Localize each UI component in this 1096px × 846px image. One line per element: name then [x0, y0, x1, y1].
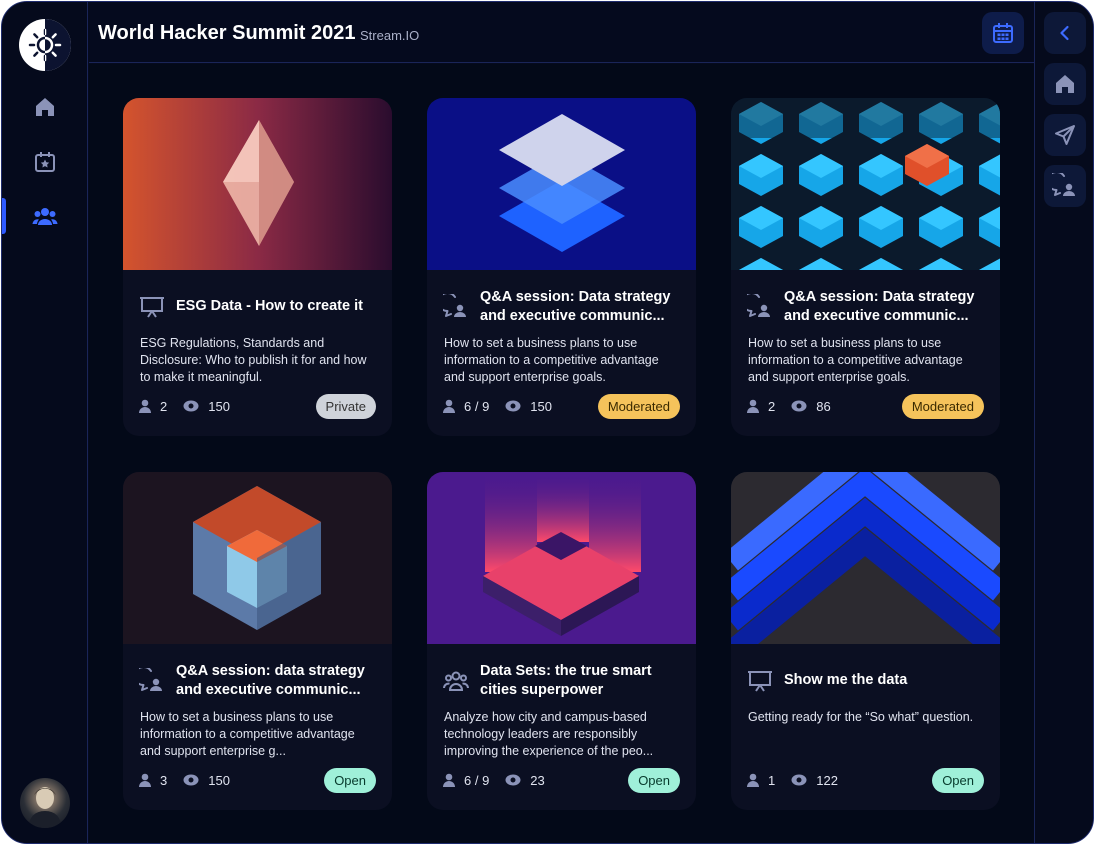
card-stats: 6 / 9 150	[443, 398, 568, 414]
card-image	[427, 98, 696, 270]
right-home-button[interactable]	[1044, 63, 1086, 105]
main-content: ESG Data - How to create it ESG Regulati…	[89, 64, 1034, 843]
chat-user-icon	[139, 668, 162, 691]
card-title: Q&A session: Data strategy and executive…	[480, 289, 671, 324]
card-image	[731, 472, 1000, 644]
session-card[interactable]: Data Sets: the true smart cities superpo…	[427, 472, 696, 810]
views-count: 86	[816, 398, 831, 414]
views-count: 150	[530, 398, 552, 414]
session-card[interactable]: Q&A session: Data strategy and executive…	[731, 98, 1000, 436]
participants-count: 2	[768, 398, 776, 414]
session-card[interactable]: Show me the data Getting ready for the “…	[731, 472, 1000, 810]
eye-icon	[505, 400, 521, 412]
card-image	[123, 98, 392, 270]
card-stats: 2 86	[747, 398, 847, 414]
calendar-star-icon	[35, 152, 55, 172]
views-count: 23	[530, 772, 545, 788]
chat-user-icon	[1052, 173, 1075, 196]
left-sidebar	[2, 2, 88, 843]
eye-icon	[791, 400, 807, 412]
card-title: Q&A session: data strategy and executive…	[176, 663, 365, 698]
participants-count: 3	[160, 772, 168, 788]
avatar[interactable]	[20, 778, 70, 828]
sun-icon	[28, 28, 62, 62]
card-title: Q&A session: Data strategy and executive…	[784, 289, 975, 324]
user-icon	[139, 773, 151, 787]
user-icon	[443, 399, 455, 413]
send-button[interactable]	[1044, 114, 1086, 156]
card-stats: 6 / 9 23	[443, 772, 561, 788]
home-icon	[1056, 75, 1074, 93]
calendar-button[interactable]	[982, 12, 1024, 54]
views-count: 150	[208, 398, 230, 414]
status-badge: Private	[315, 394, 376, 419]
participants-count: 6 / 9	[464, 398, 490, 414]
nav-events[interactable]	[2, 142, 88, 182]
eye-icon	[183, 400, 199, 412]
views-count: 122	[816, 772, 838, 788]
chat-button[interactable]	[1044, 165, 1086, 207]
eye-icon	[505, 774, 521, 786]
participants-count: 1	[768, 772, 776, 788]
card-title: Show me the data	[784, 672, 908, 688]
participants-count: 2	[160, 398, 168, 414]
collapse-button[interactable]	[1044, 12, 1086, 54]
card-description: Getting ready for the “So what” question…	[748, 710, 974, 724]
session-card[interactable]: ESG Data - How to create it ESG Regulati…	[123, 98, 392, 436]
status-badge: Open	[932, 768, 984, 793]
card-image	[731, 98, 1000, 270]
eye-icon	[183, 774, 199, 786]
session-card[interactable]: Q&A session: Data strategy and executive…	[427, 98, 696, 436]
presentation-icon	[140, 297, 164, 318]
card-description: How to set a business plans to use infor…	[444, 336, 659, 384]
card-title: Data Sets: the true smart cities superpo…	[480, 663, 652, 698]
status-badge: Open	[628, 768, 680, 793]
user-icon	[443, 773, 455, 787]
nav-community[interactable]	[2, 196, 88, 236]
user-icon	[747, 399, 759, 413]
page-title: World Hacker Summit 2021	[98, 22, 356, 44]
nav-home[interactable]	[2, 87, 88, 127]
right-sidebar	[1034, 2, 1093, 843]
send-icon	[1055, 125, 1075, 145]
home-icon	[36, 98, 54, 116]
header: World Hacker Summit 2021 Stream.IO	[89, 2, 1034, 63]
app-window: World Hacker Summit 2021 Stream.IO ESG D…	[1, 1, 1094, 844]
status-badge: Open	[324, 768, 376, 793]
views-count: 150	[208, 772, 230, 788]
status-badge: Moderated	[597, 394, 680, 419]
card-stats: 1 122	[747, 772, 854, 788]
card-stats: 3 150	[139, 772, 246, 788]
presentation-icon	[748, 671, 772, 692]
card-stats: 2 150	[139, 398, 246, 414]
user-icon	[747, 773, 759, 787]
card-title: ESG Data - How to create it	[176, 298, 363, 314]
eye-icon	[791, 774, 807, 786]
card-image	[123, 472, 392, 644]
session-card[interactable]: Q&A session: data strategy and executive…	[123, 472, 392, 810]
chevron-left-icon	[1060, 25, 1069, 41]
users-icon	[32, 208, 58, 225]
status-badge: Moderated	[901, 394, 984, 419]
card-description: Analyze how city and campus-based techno…	[444, 710, 654, 758]
card-image	[427, 472, 696, 644]
participants-count: 6 / 9	[464, 772, 490, 788]
card-description: ESG Regulations, Standards and Disclosur…	[140, 336, 367, 384]
chat-user-icon	[747, 294, 770, 317]
chat-user-icon	[443, 294, 466, 317]
calendar-icon	[993, 23, 1013, 43]
users-icon	[443, 671, 469, 691]
user-icon	[139, 399, 151, 413]
logo[interactable]	[19, 19, 71, 71]
card-description: How to set a business plans to use infor…	[140, 710, 355, 758]
card-description: How to set a business plans to use infor…	[748, 336, 963, 384]
page-subtitle: Stream.IO	[360, 28, 420, 43]
